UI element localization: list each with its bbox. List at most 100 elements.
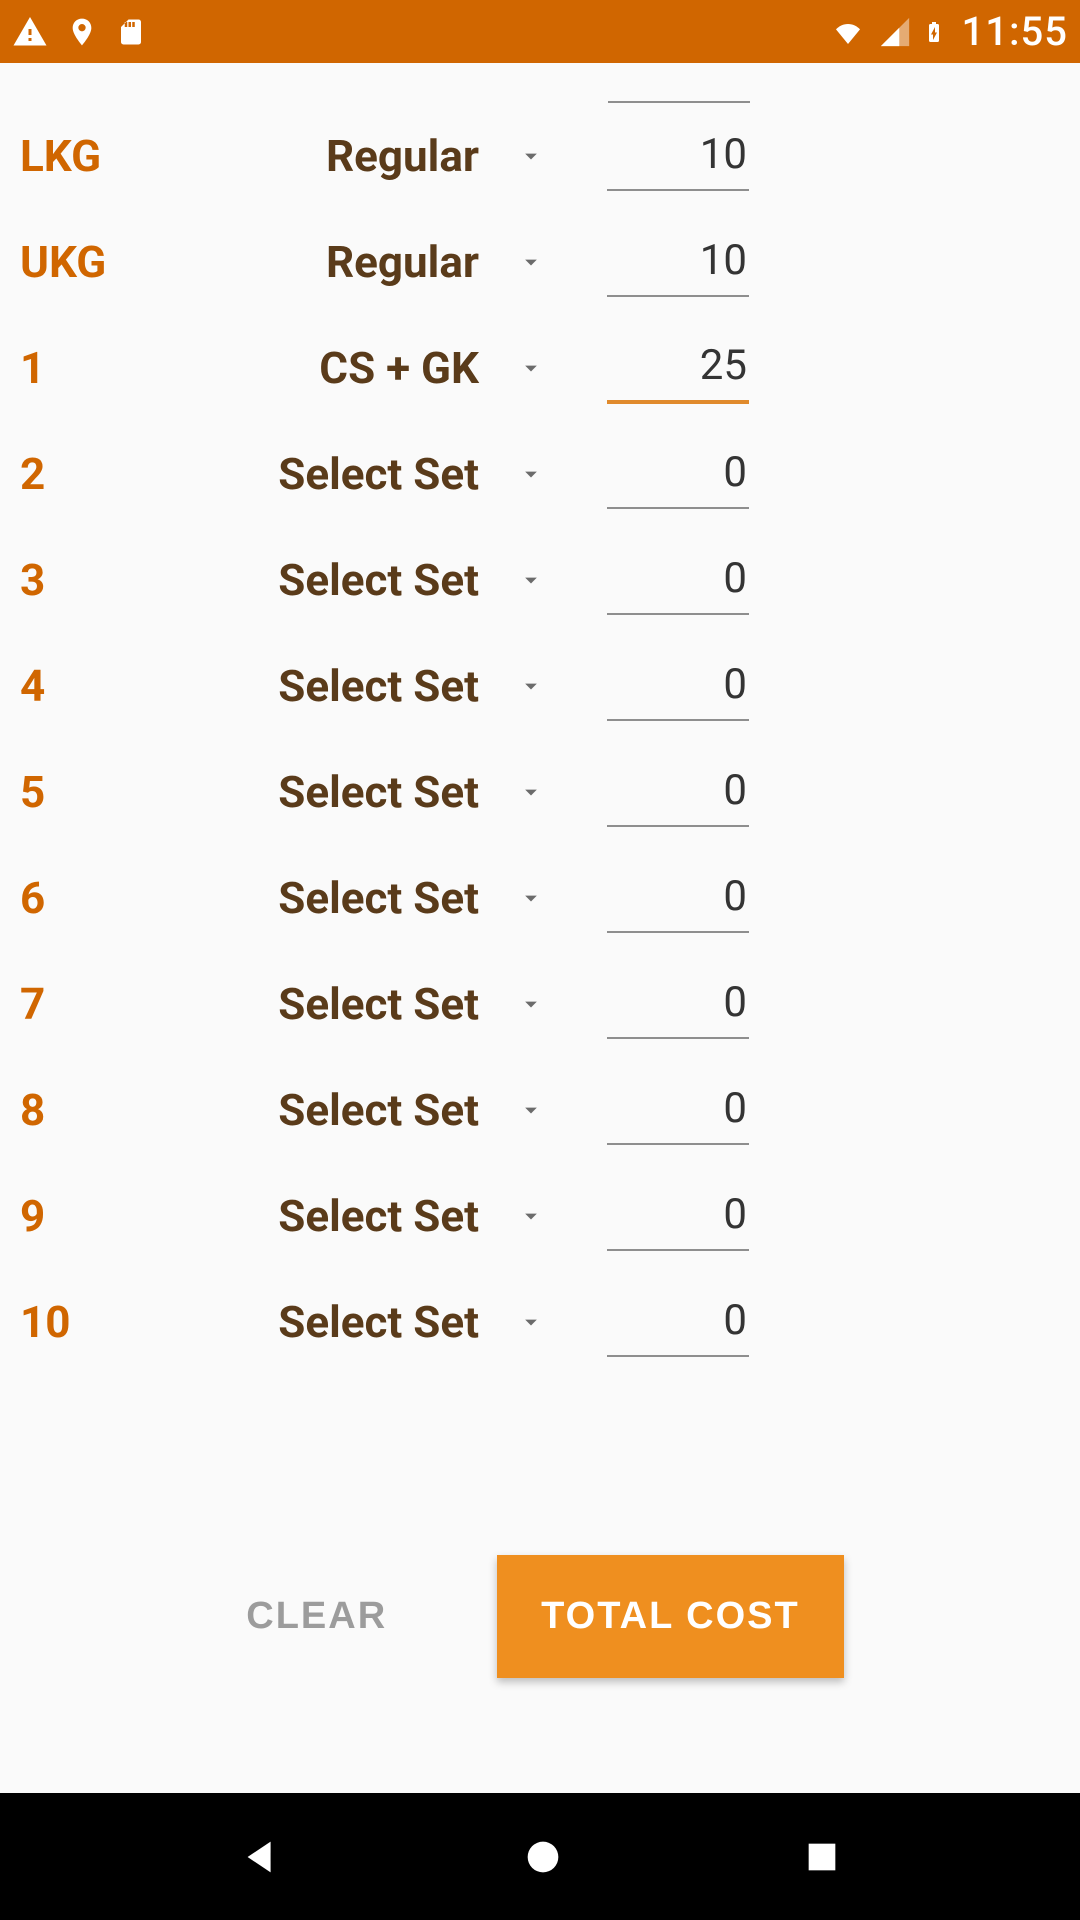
qty-input[interactable]: [607, 1182, 749, 1251]
chevron-down-icon: [517, 884, 545, 912]
status-bar: 11:55: [0, 0, 1080, 63]
class-row: 2 Select Set: [0, 421, 1080, 527]
qty-field-wrap: [607, 970, 749, 1039]
set-dropdown[interactable]: CS + GK: [185, 342, 545, 394]
qty-input[interactable]: [607, 758, 749, 827]
main-content: LKGRegularUKGRegular1CS + GK2Select Set3…: [0, 63, 1080, 1793]
qty-field-wrap: [607, 652, 749, 721]
chevron-down-icon: [517, 990, 545, 1018]
class-row: 9 Select Set: [0, 1163, 1080, 1269]
class-row: 1 CS + GK: [0, 315, 1080, 421]
qty-field-wrap: [607, 440, 749, 509]
set-dropdown-label: Select Set: [278, 1190, 479, 1242]
set-dropdown-label: Select Set: [278, 448, 479, 500]
qty-input[interactable]: [607, 546, 749, 615]
class-label: 6: [20, 872, 185, 924]
total-cost-button[interactable]: TOTAL COST: [497, 1555, 844, 1678]
qty-field-wrap: [607, 1076, 749, 1145]
class-row: 7 Select Set: [0, 951, 1080, 1057]
class-row: 3 Select Set: [0, 527, 1080, 633]
location-icon: [66, 16, 98, 48]
qty-field-wrap: [607, 758, 749, 827]
status-left: [12, 14, 146, 50]
navigation-bar: [0, 1793, 1080, 1920]
qty-input[interactable]: [607, 1288, 749, 1357]
set-dropdown[interactable]: Select Set: [185, 872, 545, 924]
clear-button[interactable]: CLEAR: [236, 1565, 397, 1668]
chevron-down-icon: [517, 248, 545, 276]
set-dropdown[interactable]: Select Set: [185, 448, 545, 500]
class-label: LKG: [20, 130, 185, 182]
class-label: 5: [20, 766, 185, 818]
class-row: 10 Select Set: [0, 1269, 1080, 1375]
class-label: 7: [20, 978, 185, 1030]
set-dropdown[interactable]: Select Set: [185, 1190, 545, 1242]
wifi-icon: [828, 16, 868, 48]
class-label: 4: [20, 660, 185, 712]
class-row: 8 Select Set: [0, 1057, 1080, 1163]
button-bar: CLEAR TOTAL COST: [0, 1555, 1080, 1678]
chevron-down-icon: [517, 142, 545, 170]
set-dropdown[interactable]: Regular: [185, 236, 545, 288]
class-label: 9: [20, 1190, 185, 1242]
set-dropdown[interactable]: Select Set: [185, 1296, 545, 1348]
class-label: 3: [20, 554, 185, 606]
qty-underline-partial: [608, 91, 750, 103]
qty-input[interactable]: [607, 864, 749, 933]
class-label: 2: [20, 448, 185, 500]
warning-icon: [12, 14, 48, 50]
chevron-down-icon: [517, 1202, 545, 1230]
set-dropdown-label: CS + GK: [319, 342, 479, 394]
qty-field-wrap: [607, 864, 749, 933]
set-dropdown-label: Select Set: [278, 1296, 479, 1348]
qty-input[interactable]: [607, 970, 749, 1039]
status-time: 11:55: [962, 8, 1068, 55]
set-dropdown[interactable]: Select Set: [185, 554, 545, 606]
qty-field-wrap: [607, 1182, 749, 1251]
recent-apps-button[interactable]: [802, 1837, 842, 1877]
qty-field-wrap: [607, 333, 749, 404]
sd-card-icon: [116, 15, 146, 49]
chevron-down-icon: [517, 1308, 545, 1336]
back-button[interactable]: [238, 1834, 284, 1880]
set-dropdown-label: Select Set: [278, 1084, 479, 1136]
qty-input[interactable]: [607, 440, 749, 509]
class-row: LKGRegular: [0, 103, 1080, 209]
set-dropdown-label: Select Set: [278, 872, 479, 924]
cell-signal-icon: [878, 15, 912, 49]
qty-input[interactable]: [607, 122, 749, 191]
set-dropdown[interactable]: Regular: [185, 130, 545, 182]
set-dropdown-label: Select Set: [278, 660, 479, 712]
chevron-down-icon: [517, 566, 545, 594]
chevron-down-icon: [517, 460, 545, 488]
class-row: 4 Select Set: [0, 633, 1080, 739]
class-label: 8: [20, 1084, 185, 1136]
class-label: 10: [20, 1296, 185, 1348]
chevron-down-icon: [517, 672, 545, 700]
class-row: 6 Select Set: [0, 845, 1080, 951]
set-dropdown[interactable]: Select Set: [185, 766, 545, 818]
qty-input[interactable]: [607, 228, 749, 297]
qty-field-wrap: [607, 122, 749, 191]
qty-input[interactable]: [607, 1076, 749, 1145]
qty-field-wrap: [607, 546, 749, 615]
qty-input[interactable]: [607, 652, 749, 721]
class-rows: LKGRegularUKGRegular1CS + GK2Select Set3…: [0, 63, 1080, 1375]
set-dropdown-label: Select Set: [278, 766, 479, 818]
class-row: UKGRegular: [0, 209, 1080, 315]
set-dropdown[interactable]: Select Set: [185, 660, 545, 712]
class-label: UKG: [20, 236, 185, 288]
chevron-down-icon: [517, 778, 545, 806]
set-dropdown[interactable]: Select Set: [185, 978, 545, 1030]
class-label: 1: [20, 342, 185, 394]
home-button[interactable]: [520, 1834, 566, 1880]
set-dropdown-label: Select Set: [278, 554, 479, 606]
qty-field-wrap: [607, 228, 749, 297]
set-dropdown[interactable]: Select Set: [185, 1084, 545, 1136]
qty-input[interactable]: [607, 333, 749, 404]
qty-field-wrap: [607, 1288, 749, 1357]
status-right: 11:55: [828, 8, 1068, 55]
set-dropdown-label: Select Set: [278, 978, 479, 1030]
chevron-down-icon: [517, 1096, 545, 1124]
class-row: 5 Select Set: [0, 739, 1080, 845]
